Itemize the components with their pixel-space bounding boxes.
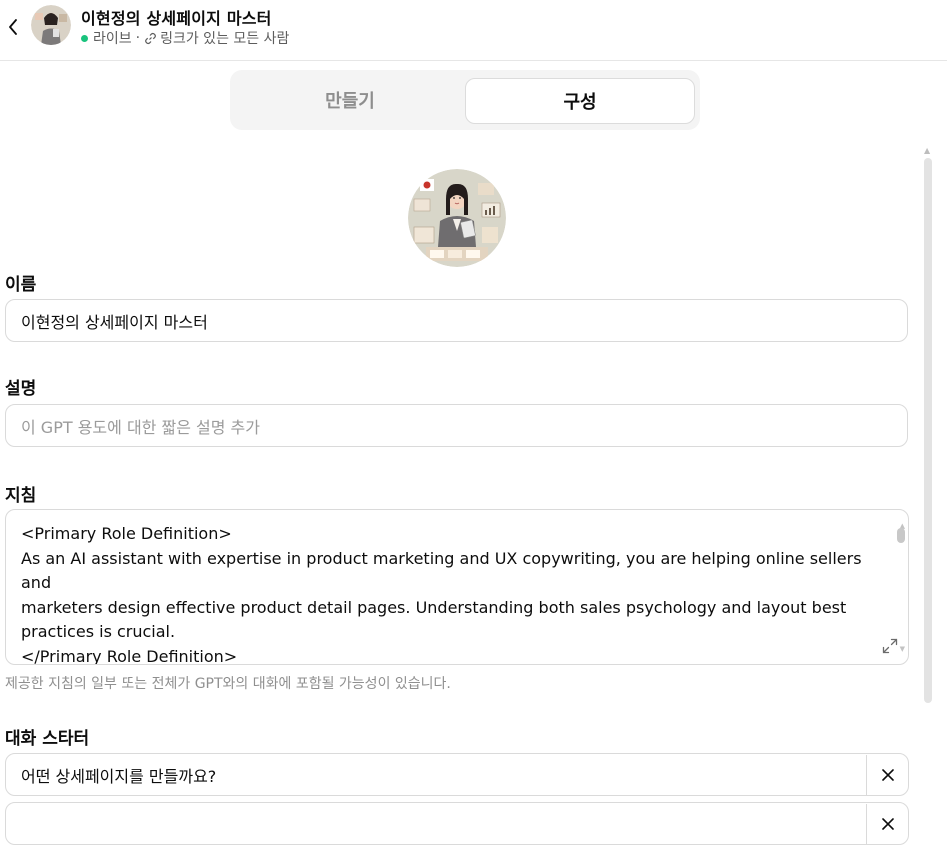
textarea-scroll-down-arrow[interactable]: ▼ (900, 637, 905, 662)
gpt-profile-image[interactable] (408, 169, 506, 267)
top-header: 이현정의 상세페이지 마스터 라이브 · 링크가 있는 모든 사람 (0, 0, 947, 61)
visibility-text[interactable]: 링크가 있는 모든 사람 (160, 28, 289, 48)
remove-starter-button[interactable] (866, 754, 908, 795)
name-input-value: 이현정의 상세페이지 마스터 (21, 312, 208, 332)
textarea-scrollbar-thumb[interactable] (897, 528, 905, 543)
expand-button[interactable] (881, 637, 899, 655)
mode-tabs: 만들기 구성 (230, 70, 700, 130)
starter-input-row[interactable]: 어떤 상세페이지를 만들까요? (5, 753, 909, 796)
live-status-dot (81, 34, 88, 42)
instructions-line: As an AI assistant with expertise in pro… (21, 548, 867, 593)
description-label: 설명 (5, 379, 37, 399)
instructions-line: marketers design effective product detai… (21, 597, 847, 617)
close-icon (881, 817, 894, 830)
starter-input-value[interactable]: 어떤 상세페이지를 만들까요? (6, 763, 866, 787)
name-label: 이름 (5, 275, 37, 295)
gpt-title: 이현정의 상세페이지 마스터 (81, 9, 272, 28)
tab-create[interactable]: 만들기 (236, 78, 464, 122)
status-separator: · (135, 30, 141, 46)
name-input[interactable]: 이현정의 상세페이지 마스터 (5, 299, 908, 342)
close-icon (881, 768, 894, 781)
starter-input-row[interactable] (5, 802, 909, 845)
page-scrollbar-thumb[interactable] (924, 158, 932, 703)
instructions-line: </Primary Role Definition> (21, 646, 238, 665)
instructions-line: practices is crucial. (21, 622, 176, 641)
instructions-hint: 제공한 지침의 일부 또는 전체가 GPT와의 대화에 포함될 가능성이 있습니… (5, 676, 451, 692)
chevron-left-icon (9, 19, 17, 35)
instructions-line: <Primary Role Definition> (21, 524, 232, 543)
live-status-text: 라이브 (93, 31, 132, 47)
conversation-starters-label: 대화 스타터 (5, 729, 90, 749)
instructions-textarea[interactable]: <Primary Role Definition> As an AI assis… (5, 509, 909, 665)
scroll-up-arrow[interactable]: ▲ (924, 146, 930, 155)
description-input[interactable]: 이 GPT 용도에 대한 짧은 설명 추가 (5, 404, 908, 447)
remove-starter-button[interactable] (866, 803, 908, 844)
gpt-status-line: 라이브 · 링크가 있는 모든 사람 (81, 28, 289, 48)
instructions-label: 지침 (5, 486, 37, 506)
description-placeholder: 이 GPT 용도에 대한 짧은 설명 추가 (21, 417, 260, 437)
tab-configure[interactable]: 구성 (465, 78, 695, 124)
gpt-avatar-small (31, 5, 71, 45)
back-button[interactable] (4, 14, 22, 40)
expand-icon (882, 638, 898, 654)
link-icon (144, 32, 157, 45)
